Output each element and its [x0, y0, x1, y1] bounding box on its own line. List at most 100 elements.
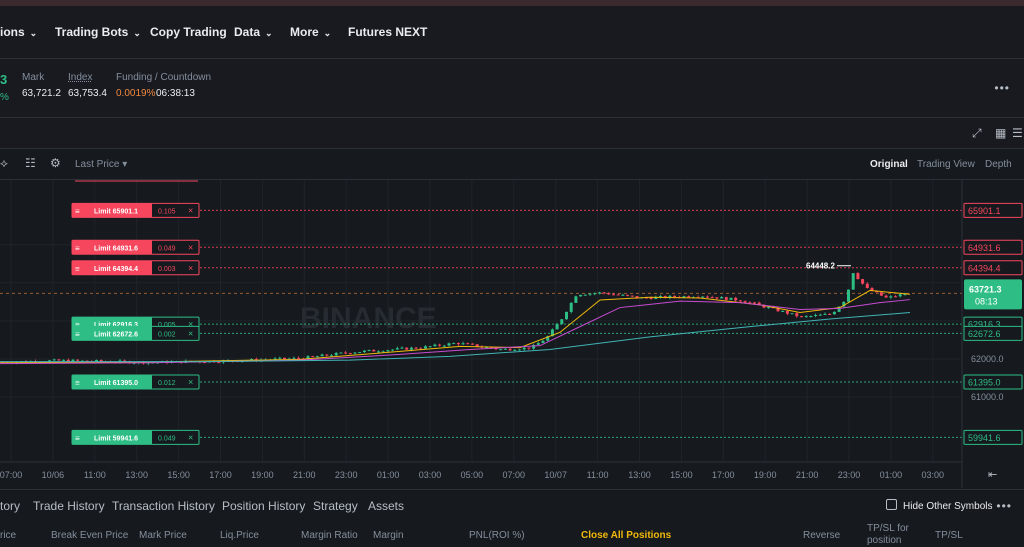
nav-item-trading-bots[interactable]: Trading Bots ⌄ — [55, 25, 141, 39]
col-mark-price: Mark Price — [139, 530, 187, 541]
candle — [348, 353, 352, 355]
order-price-text: 61395.0 — [968, 378, 1001, 388]
more-horizontal-icon[interactable]: ••• — [994, 81, 1010, 95]
tab-strategy[interactable]: Strategy — [313, 499, 358, 513]
candle — [809, 315, 813, 317]
candle — [781, 310, 785, 312]
candle — [409, 347, 413, 350]
more-horizontal-icon[interactable]: ••• — [996, 499, 1012, 513]
list-icon[interactable]: ☰ — [1012, 126, 1023, 140]
drag-handle-icon[interactable]: ≡ — [75, 207, 80, 216]
cancel-order-icon[interactable]: × — [188, 205, 193, 215]
candle — [339, 352, 343, 354]
tab-depth[interactable]: Depth — [985, 159, 1012, 170]
close-all-positions-button[interactable]: Close All Positions — [581, 530, 671, 541]
chevron-down-icon: ⌄ — [133, 28, 141, 38]
candle — [800, 316, 803, 318]
candle — [518, 349, 521, 351]
cancel-order-icon[interactable]: × — [188, 328, 193, 338]
candle — [706, 296, 709, 298]
tab-trading-view[interactable]: Trading View — [917, 159, 975, 170]
nav-item-data[interactable]: Data ⌄ — [234, 25, 273, 39]
col-liq-price: Liq.Price — [220, 530, 259, 541]
order-qty-text: 0.049 — [158, 245, 176, 252]
candle — [879, 292, 883, 296]
candle — [311, 356, 315, 358]
order-label-text: Limit 59941.6 — [94, 435, 138, 442]
tab-assets[interactable]: Assets — [368, 499, 404, 513]
cancel-order-icon[interactable]: × — [188, 242, 193, 252]
candle — [729, 297, 733, 300]
candle — [344, 352, 348, 354]
drag-handle-icon[interactable]: ≡ — [75, 434, 80, 443]
chart-header-bar: ⤢ ▦ ☰ — [0, 118, 1024, 149]
x-axis-label: 23:00 — [335, 470, 358, 480]
drag-handle-icon[interactable]: ≡ — [75, 379, 80, 388]
drag-handle-icon[interactable]: ≡ — [75, 244, 80, 253]
candle — [889, 296, 893, 298]
col-break-even-price: Break Even Price — [51, 530, 129, 541]
index-label[interactable]: Index — [68, 72, 92, 83]
candle — [438, 344, 442, 346]
index-value: 63,753.4 — [68, 88, 107, 99]
funding-countdown: 06:38:13 — [156, 88, 195, 99]
order-qty-text: 0.105 — [158, 208, 176, 215]
candle — [217, 362, 221, 364]
auto-scale-icon[interactable]: ⇤ — [988, 469, 997, 481]
indicator-icon[interactable]: ⟡ — [0, 156, 8, 171]
candle — [358, 352, 362, 354]
candle — [804, 316, 808, 318]
tab-original[interactable]: Original — [870, 159, 908, 170]
candle — [588, 293, 592, 295]
funding-label: Funding / Countdown — [116, 72, 212, 83]
price-chart[interactable]: BINANCE ≡ Limit 65901.1 0.105 × 65901.1 ≡ Limit… — [0, 180, 1024, 488]
col-margin: Margin — [373, 530, 404, 541]
nav-item-copy-trading[interactable]: Copy Trading — [150, 25, 227, 39]
top-navigation: ions ⌄ Trading Bots ⌄ Copy Trading Data ⌄ M… — [0, 6, 1024, 59]
candle — [297, 357, 301, 359]
candle-countdown-text: 08:13 — [975, 296, 998, 306]
x-axis-label: 15:00 — [167, 470, 190, 480]
grid-layout-icon[interactable]: ▦ — [995, 126, 1006, 140]
x-axis-label: 01:00 — [880, 470, 903, 480]
price-source-dropdown[interactable]: Last Price ▾ — [75, 159, 127, 170]
tab-transaction-history[interactable]: Transaction History — [112, 499, 215, 513]
candle — [894, 296, 897, 298]
expand-icon[interactable]: ⤢ — [972, 126, 982, 141]
order-qty-text: 0.003 — [158, 266, 176, 273]
x-axis-label: 07:00 — [0, 470, 22, 480]
y-axis-label: 62000.0 — [971, 354, 1004, 364]
chart-settings-icon[interactable]: ☷ — [25, 156, 36, 170]
checkbox[interactable] — [886, 499, 897, 510]
candle — [724, 297, 728, 300]
cancel-order-icon[interactable]: × — [188, 432, 193, 442]
col-pnl: PNL(ROI %) — [469, 530, 525, 541]
x-axis-label: 13:00 — [125, 470, 148, 480]
candle — [818, 314, 822, 316]
cancel-order-icon[interactable]: × — [188, 377, 193, 387]
hide-other-symbols-toggle[interactable]: Hide Other Symbols — [886, 499, 992, 512]
nav-item-futures-next[interactable]: Futures NEXT — [348, 25, 427, 39]
candle — [673, 295, 677, 298]
candle — [362, 350, 366, 353]
positions-table-header: rice Break Even Price Mark Price Liq.Pri… — [0, 521, 1024, 546]
candle — [372, 349, 376, 352]
tab-position-history[interactable]: Position History — [222, 499, 305, 513]
candle — [503, 348, 507, 350]
nav-item-more[interactable]: More ⌄ — [290, 25, 331, 39]
candle — [767, 307, 771, 309]
candle — [456, 343, 460, 345]
order-price-text: 64394.4 — [968, 263, 1001, 273]
gear-icon[interactable]: ⚙ — [50, 156, 61, 170]
price-chart-svg[interactable]: BINANCE ≡ Limit 65901.1 0.105 × 65901.1 ≡ Limit… — [0, 180, 1024, 488]
candle — [447, 343, 451, 346]
cancel-order-icon[interactable]: × — [188, 263, 193, 273]
nav-item-options[interactable]: ions ⌄ — [0, 25, 37, 39]
x-axis-label: 10/07 — [544, 470, 567, 480]
drag-handle-icon[interactable]: ≡ — [75, 330, 80, 339]
tab-trade-history[interactable]: Trade History — [33, 499, 105, 513]
y-axis-label: 61000.0 — [971, 392, 1004, 402]
x-axis-label: 11:00 — [84, 470, 106, 480]
drag-handle-icon[interactable]: ≡ — [75, 264, 80, 273]
tab-order-history[interactable]: tory — [0, 499, 20, 513]
